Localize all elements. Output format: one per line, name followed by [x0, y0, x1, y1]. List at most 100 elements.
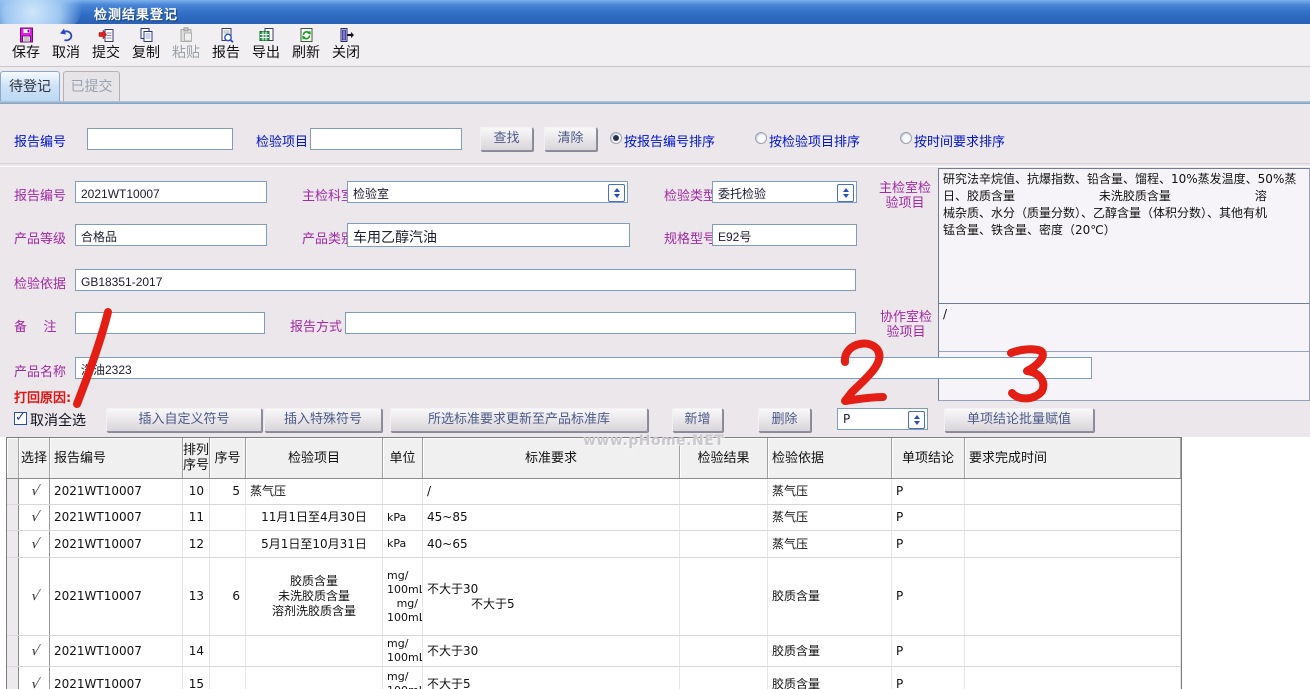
- sort-by-report-radio[interactable]: [610, 132, 622, 144]
- test-type-value: 委托检验: [718, 187, 766, 201]
- header-margin-cell: [7, 438, 19, 478]
- cell-sort_no: 14: [183, 636, 210, 666]
- column-header[interactable]: 序号: [210, 438, 246, 478]
- grade-label: 产品等级: [14, 228, 66, 247]
- toolbar-submit-button[interactable]: 提交: [86, 24, 126, 68]
- row-checkmark-icon: √: [19, 589, 50, 604]
- toolbar-refresh-label: 刷新: [292, 44, 320, 62]
- insert-custom-symbol-button[interactable]: 插入自定义符号: [106, 408, 262, 432]
- cell-sort_no: 15: [183, 667, 210, 689]
- row-checkmark-icon: √: [19, 510, 50, 525]
- row-margin-cell: [7, 531, 19, 557]
- uncheck-all-label[interactable]: 取消全选: [30, 410, 86, 430]
- table-row[interactable]: √2021WT10007105蒸气压/蒸气压P: [7, 479, 1181, 505]
- cell-conclusion: P: [892, 479, 965, 504]
- table-row[interactable]: √2021WT100071111月1日至4月30日kPa45~85蒸气压P: [7, 505, 1181, 531]
- column-header[interactable]: 排列 序号: [183, 438, 210, 478]
- cell-units: kPa: [383, 531, 423, 557]
- cell-result: [680, 505, 768, 530]
- cell-selected[interactable]: √: [19, 479, 50, 504]
- spinner-icon[interactable]: [908, 411, 925, 429]
- update-standard-button[interactable]: 所选标准要求更新至产品标准库: [390, 408, 648, 432]
- cell-basis: 胶质含量: [768, 667, 892, 689]
- spinner-icon[interactable]: [608, 184, 625, 202]
- column-header[interactable]: 报告编号: [50, 438, 183, 478]
- column-header[interactable]: 选择: [19, 438, 50, 478]
- cell-items: 蒸气压: [246, 479, 383, 504]
- search-item-label: 检验项目: [256, 131, 308, 150]
- toolbar-save-button[interactable]: 保存: [6, 24, 46, 68]
- table-row[interactable]: √2021WT10007136胶质含量未洗胶质含量溶剂洗胶质含量mg/100mL…: [7, 558, 1181, 636]
- toolbar-report-button[interactable]: 报告: [206, 24, 246, 68]
- report-mode-input[interactable]: [345, 312, 856, 334]
- insert-special-symbol-button[interactable]: 插入特殊符号: [264, 408, 382, 432]
- cell-due: [965, 505, 1181, 530]
- copy-icon: [138, 27, 155, 43]
- find-button[interactable]: 查找: [480, 127, 533, 151]
- cell-selected[interactable]: √: [19, 636, 50, 666]
- cell-selected[interactable]: √: [19, 558, 50, 635]
- sort-by-item-label[interactable]: 按检验项目排序: [769, 131, 860, 150]
- grade-input[interactable]: [75, 224, 267, 246]
- search-report-no-input[interactable]: [87, 128, 233, 150]
- uncheck-all-checkbox[interactable]: [14, 412, 27, 425]
- cell-selected[interactable]: √: [19, 531, 50, 557]
- table-row[interactable]: √2021WT1000714mg/100mL不大于30胶质含量P: [7, 636, 1181, 667]
- cell-seq_no: [210, 667, 246, 689]
- toolbar-report-label: 报告: [212, 44, 240, 62]
- cell-report_no: 2021WT10007: [50, 636, 183, 666]
- row-margin-cell: [7, 479, 19, 504]
- product-name-input[interactable]: [75, 357, 1092, 379]
- cell-report_no: 2021WT10007: [50, 667, 183, 689]
- coop-items-textarea[interactable]: /: [938, 303, 1310, 352]
- spinner-icon[interactable]: [837, 184, 854, 202]
- column-header[interactable]: 单位: [383, 438, 423, 478]
- table-row[interactable]: √2021WT10007125月1日至10月31日kPa40~65蒸气压P: [7, 531, 1181, 558]
- tab-submitted[interactable]: 已提交: [63, 71, 120, 101]
- toolbar-refresh-button[interactable]: 刷新: [286, 24, 326, 68]
- column-header[interactable]: 要求完成时间: [965, 438, 1181, 478]
- column-header[interactable]: 单项结论: [892, 438, 965, 478]
- results-table: 选择报告编号排列 序号序号检验项目单位标准要求检验结果检验依据单项结论要求完成时…: [6, 437, 1182, 689]
- toolbar-close-button[interactable]: 关闭: [326, 24, 366, 68]
- cell-conclusion: P: [892, 636, 965, 666]
- main-dept-select[interactable]: 检验室: [347, 181, 628, 203]
- tab-pending[interactable]: 待登记: [0, 71, 60, 101]
- tabstrip: 待登记 已提交: [0, 67, 1310, 101]
- toolbar-undo-button[interactable]: 取消: [46, 24, 86, 68]
- test-type-select[interactable]: 委托检验: [712, 181, 857, 203]
- cell-report_no: 2021WT10007: [50, 505, 183, 530]
- basis-input[interactable]: [75, 269, 856, 291]
- cell-seq_no: [210, 531, 246, 557]
- toolbar-copy-button[interactable]: 复制: [126, 24, 166, 68]
- clear-button[interactable]: 清除: [544, 127, 597, 151]
- remark-input[interactable]: [75, 312, 265, 334]
- search-item-input[interactable]: [310, 128, 462, 150]
- column-header[interactable]: 检验项目: [246, 438, 383, 478]
- row-checkmark-icon: √: [19, 677, 50, 689]
- cell-result: [680, 558, 768, 635]
- close-icon: [338, 27, 355, 43]
- report-no-input[interactable]: [75, 181, 267, 203]
- sort-by-time-label[interactable]: 按时间要求排序: [914, 131, 1005, 150]
- delete-button[interactable]: 删除: [758, 408, 811, 432]
- cell-seq_no: [210, 505, 246, 530]
- cell-selected[interactable]: √: [19, 667, 50, 689]
- cell-basis: 胶质含量: [768, 636, 892, 666]
- add-button[interactable]: 新增: [672, 408, 723, 432]
- sort-by-item-radio[interactable]: [755, 132, 767, 144]
- toolbar-export-button[interactable]: 导出: [246, 24, 286, 68]
- sort-by-time-radio[interactable]: [900, 132, 912, 144]
- table-row[interactable]: √2021WT1000715mg/100mL不大于5胶质含量P: [7, 667, 1181, 689]
- cell-report_no: 2021WT10007: [50, 479, 183, 504]
- column-header[interactable]: 检验依据: [768, 438, 892, 478]
- row-checkmark-icon: √: [19, 644, 50, 659]
- cell-selected[interactable]: √: [19, 505, 50, 530]
- spec-input[interactable]: [712, 224, 857, 246]
- sort-by-report-label[interactable]: 按报告编号排序: [624, 131, 715, 150]
- row-checkmark-icon: √: [19, 537, 50, 552]
- conclusion-select-value: P: [843, 412, 850, 426]
- conclusion-select[interactable]: P: [837, 408, 928, 430]
- category-input[interactable]: [347, 223, 630, 247]
- batch-assign-button[interactable]: 单项结论批量赋值: [944, 408, 1094, 432]
